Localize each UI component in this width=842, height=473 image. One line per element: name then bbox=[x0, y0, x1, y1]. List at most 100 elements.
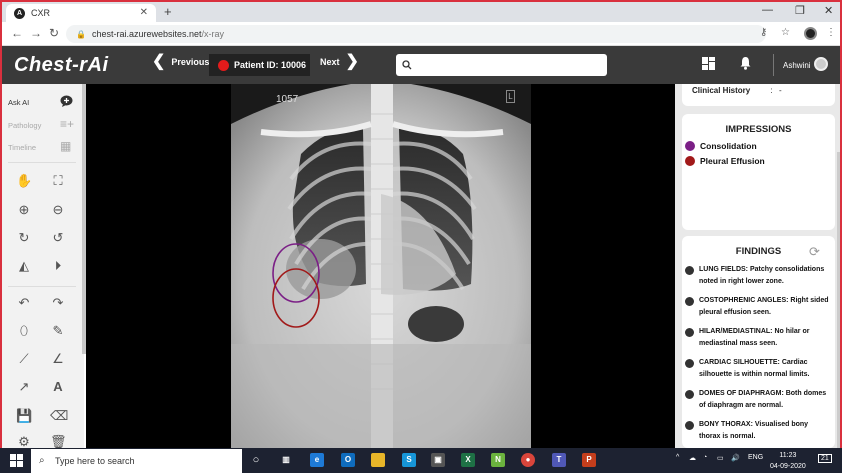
tab-title: CXR bbox=[31, 8, 51, 18]
toolbar-divider bbox=[8, 162, 76, 163]
effusion-marker[interactable] bbox=[272, 268, 320, 328]
taskbar-search[interactable]: ⌕ Type here to search bbox=[31, 449, 242, 473]
minimize-icon[interactable]: — bbox=[762, 4, 773, 16]
pan-hand-icon[interactable]: ✋ bbox=[16, 173, 32, 189]
notepad-icon[interactable]: N bbox=[491, 453, 505, 467]
close-tab-icon[interactable]: ✕ bbox=[140, 7, 148, 18]
rotate-left-icon[interactable]: ↺ bbox=[50, 230, 66, 246]
ask-ai-link[interactable]: Ask AI bbox=[8, 98, 29, 107]
reload-icon[interactable]: ↻ bbox=[49, 26, 59, 40]
edge-icon[interactable]: e bbox=[310, 453, 324, 467]
consolidation-dot bbox=[685, 141, 695, 151]
notification-badge[interactable]: 21 bbox=[818, 454, 832, 463]
undo-icon[interactable]: ↶ bbox=[16, 295, 32, 311]
annotation-overlay[interactable] bbox=[271, 239, 321, 329]
text-tool-icon[interactable]: A bbox=[50, 379, 66, 395]
save-icon[interactable]: 💾 bbox=[16, 408, 32, 424]
arrow-tool-icon[interactable]: ↗ bbox=[16, 379, 32, 395]
menu-dots-icon[interactable]: ⋮ bbox=[826, 27, 836, 38]
maximize-icon[interactable]: ❐ bbox=[795, 4, 805, 17]
chevron-right-icon: ❯ bbox=[345, 53, 359, 70]
add-list-icon[interactable]: ≡+ bbox=[60, 117, 74, 131]
wifi-icon[interactable]: ◔ bbox=[703, 454, 707, 461]
key-icon[interactable]: ⚷ bbox=[760, 27, 767, 38]
clock[interactable]: 11:23 04-09-2020 bbox=[770, 450, 806, 472]
url-field[interactable]: 🔒 chest-rai.azurewebsites.net/x-ray bbox=[66, 25, 766, 43]
eraser-icon[interactable]: ⌫ bbox=[50, 408, 68, 424]
teams-icon[interactable]: T bbox=[552, 453, 566, 467]
dashboard-icon[interactable] bbox=[702, 57, 715, 73]
cortana-icon[interactable]: ○ bbox=[249, 453, 263, 467]
toolbar-divider bbox=[8, 286, 76, 287]
left-toolbar: Ask AI Pathology ≡+ Timeline ▦ ✋ ⛶ ⊕ ⊖ ↻… bbox=[2, 84, 84, 449]
file-explorer-icon[interactable] bbox=[371, 453, 385, 467]
url-path: /x-ray bbox=[201, 29, 225, 39]
impression-item[interactable]: Consolidation bbox=[685, 141, 757, 151]
clock-time: 11:23 bbox=[779, 452, 797, 459]
impressions-title: IMPRESSIONS bbox=[725, 124, 792, 135]
bell-icon[interactable] bbox=[739, 56, 752, 73]
windows-taskbar: ⌕ Type here to search ○ ▥ e O S ▣ X N ● … bbox=[0, 448, 842, 473]
rotate-right-icon[interactable]: ↻ bbox=[16, 230, 32, 246]
previous-button[interactable]: ❮ Previous bbox=[152, 54, 210, 70]
powerpoint-icon[interactable]: P bbox=[582, 453, 596, 467]
windows-start-icon[interactable] bbox=[10, 454, 23, 467]
image-number: 1057 bbox=[276, 94, 299, 105]
next-button[interactable]: Next ❯ bbox=[320, 53, 359, 70]
back-icon[interactable]: ← bbox=[11, 26, 23, 40]
store-icon[interactable]: ▣ bbox=[431, 453, 445, 467]
pathology-link[interactable]: Pathology bbox=[8, 121, 41, 130]
line-tool-icon[interactable]: ⟋ bbox=[16, 351, 32, 367]
flip-vertical-icon[interactable]: ⏵ bbox=[50, 258, 66, 274]
battery-icon[interactable]: ▭ bbox=[717, 454, 724, 462]
username[interactable]: Ashwini bbox=[783, 61, 811, 70]
redo-icon[interactable]: ↷ bbox=[50, 295, 66, 311]
chrome-profile-avatar[interactable] bbox=[804, 27, 817, 40]
impression-item[interactable]: Pleural Effusion bbox=[685, 156, 765, 166]
bookmark-star-icon[interactable]: ☆ bbox=[781, 27, 790, 38]
zoom-in-icon[interactable]: ⊕ bbox=[16, 202, 32, 218]
timeline-link[interactable]: Timeline bbox=[8, 143, 36, 152]
clinical-history-value: - bbox=[778, 86, 782, 95]
volume-icon[interactable]: 🔊 bbox=[731, 454, 740, 462]
angle-tool-icon[interactable]: ∠ bbox=[50, 351, 66, 367]
user-avatar-icon[interactable] bbox=[814, 57, 828, 71]
ellipse-tool-icon[interactable]: ⬯ bbox=[16, 323, 32, 339]
previous-label: Previous bbox=[171, 57, 210, 67]
app-header: Chest-rAi ❮ Previous Patient ID: 10006 N… bbox=[2, 46, 840, 84]
search-box[interactable] bbox=[396, 54, 607, 76]
impression-label: Pleural Effusion bbox=[700, 156, 765, 166]
tray-chevron-icon[interactable]: ^ bbox=[676, 454, 679, 461]
finding-text: CARDIAC SILHOUETTE: Cardiac silhouette i… bbox=[699, 359, 810, 378]
address-bar-row: ← → ↻ 🔒 chest-rai.azurewebsites.net/x-ra… bbox=[2, 22, 840, 46]
calendar-icon[interactable]: ▦ bbox=[60, 139, 71, 153]
browser-tab[interactable]: A CXR ✕ bbox=[6, 4, 156, 22]
finding-text: HILAR/MEDIASTINAL: No hilar or mediastin… bbox=[699, 328, 810, 347]
pencil-icon[interactable]: ✎ bbox=[50, 323, 66, 339]
findings-card: FINDINGS ⟳ LUNG FIELDS: Patchy consolida… bbox=[682, 236, 835, 448]
app-favicon-icon: A bbox=[14, 7, 25, 19]
task-view-icon[interactable]: ▥ bbox=[279, 453, 293, 467]
language-indicator[interactable]: ENG bbox=[748, 454, 763, 461]
search-icon bbox=[402, 60, 412, 70]
cloud-icon[interactable]: ☁ bbox=[689, 454, 696, 462]
consolidation-marker[interactable] bbox=[272, 243, 320, 303]
excel-icon[interactable]: X bbox=[461, 453, 475, 467]
outlook-icon[interactable]: O bbox=[341, 453, 355, 467]
fit-screen-icon[interactable]: ⛶ bbox=[50, 173, 66, 189]
finding-text: LUNG FIELDS: Patchy consolidations noted… bbox=[699, 266, 825, 285]
skype-icon[interactable]: S bbox=[402, 453, 416, 467]
flip-horizontal-icon[interactable]: ◭ bbox=[16, 258, 32, 274]
chrome-icon[interactable]: ● bbox=[521, 453, 535, 467]
close-window-icon[interactable]: ✕ bbox=[824, 4, 833, 17]
xray-viewer[interactable]: 1057 L bbox=[86, 84, 675, 448]
chat-icon[interactable] bbox=[60, 95, 73, 110]
search-input[interactable] bbox=[416, 60, 606, 70]
forward-icon[interactable]: → bbox=[30, 26, 42, 40]
new-tab-button[interactable]: + bbox=[164, 4, 172, 19]
finding-text: BONY THORAX: Visualised bony thorax is n… bbox=[699, 421, 809, 440]
clock-date: 04-09-2020 bbox=[770, 463, 806, 470]
right-scrollbar[interactable] bbox=[837, 152, 840, 452]
refresh-icon[interactable]: ⟳ bbox=[809, 244, 820, 260]
zoom-out-icon[interactable]: ⊖ bbox=[50, 202, 66, 218]
